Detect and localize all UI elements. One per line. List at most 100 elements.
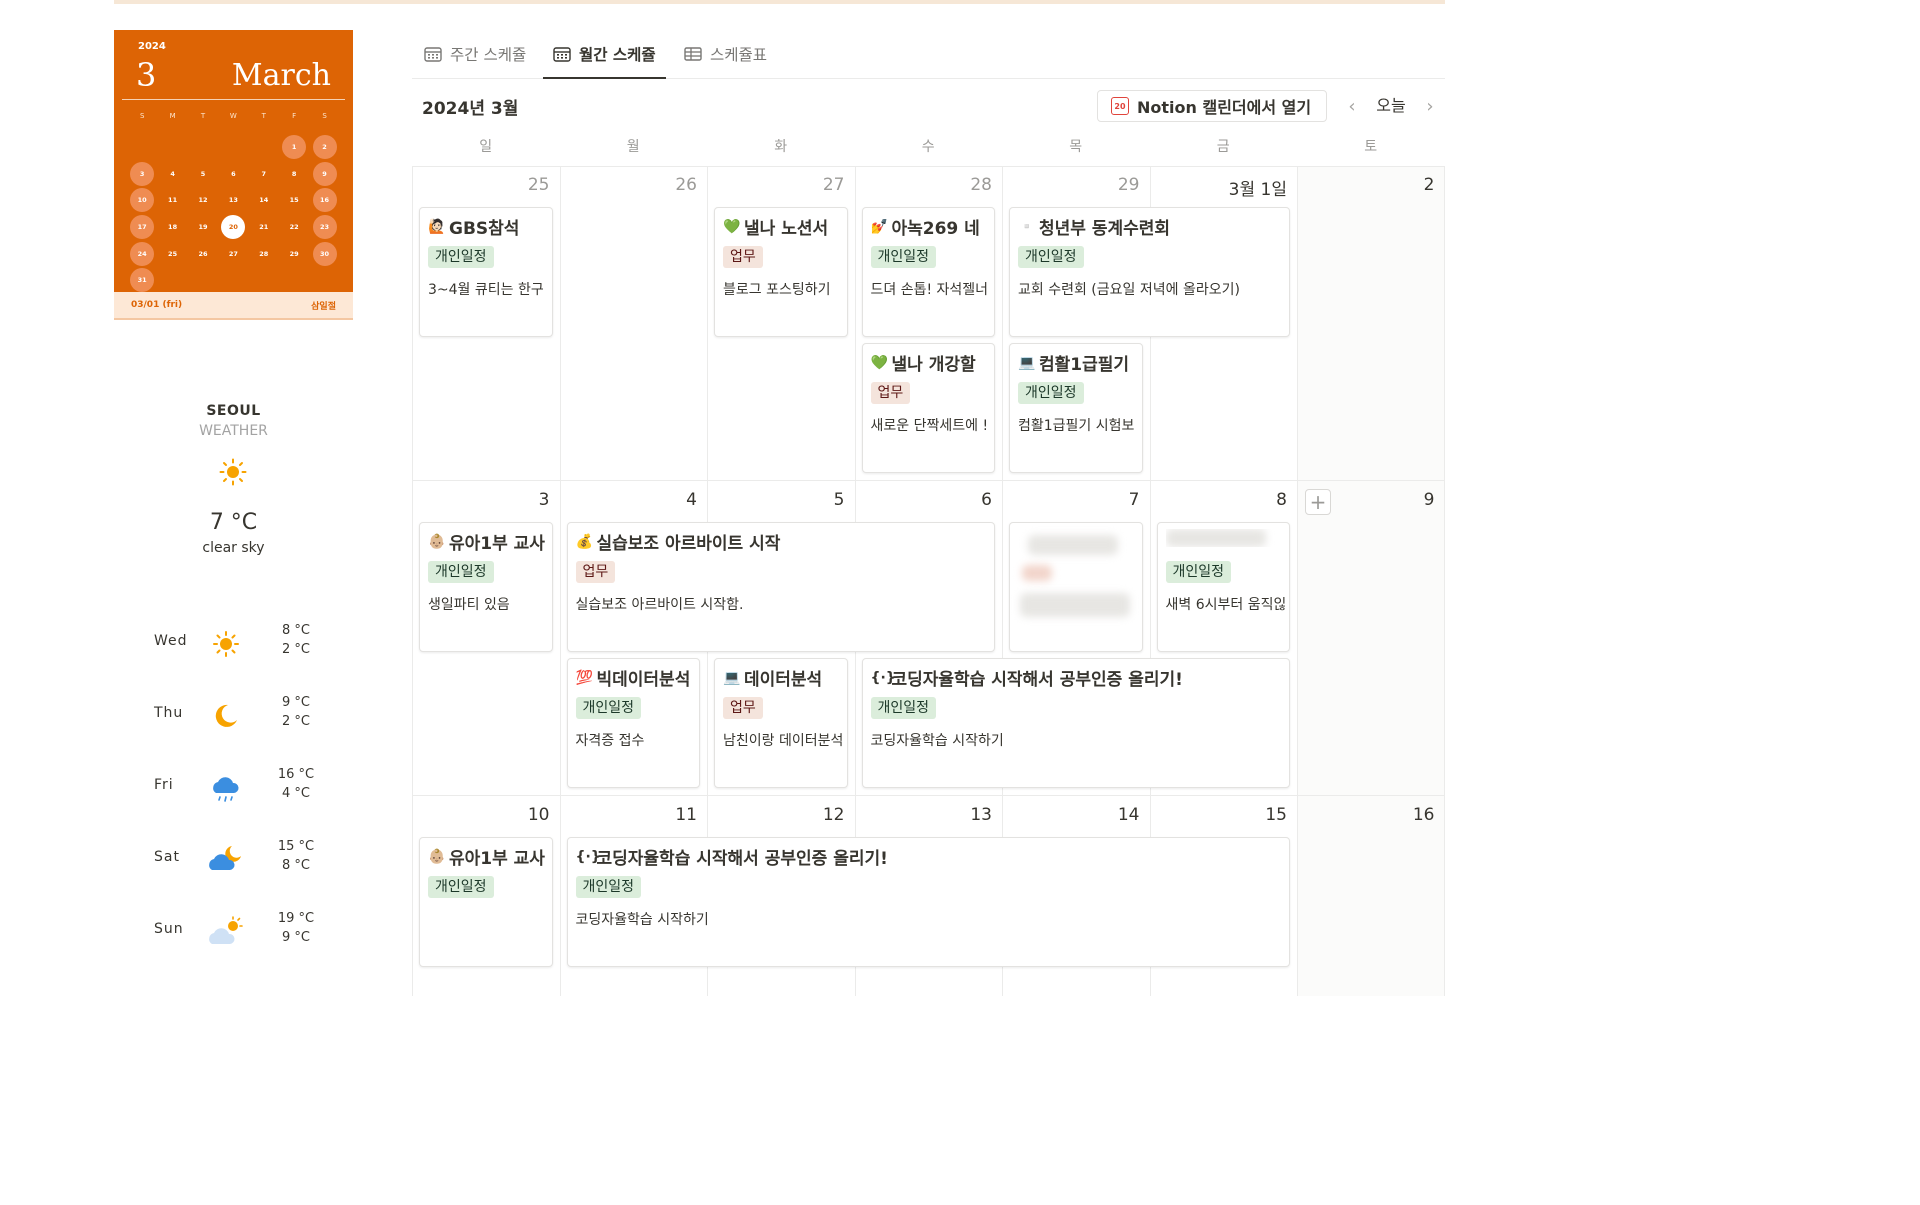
mini-calendar-day[interactable]: 20 <box>218 214 248 241</box>
mini-calendar-day[interactable]: 7 <box>249 160 279 187</box>
mini-calendar-day[interactable]: 12 <box>188 187 218 214</box>
mini-calendar-day[interactable]: 17 <box>127 214 157 241</box>
chevron-right-icon[interactable]: › <box>1420 94 1440 118</box>
open-notion-calendar-label: Notion 캘린더에서 열기 <box>1137 98 1312 117</box>
event-card[interactable]: 💻 컴활1급필기 개인일정 컴활1급필기 시험보 <box>1009 343 1143 473</box>
event-card[interactable]: 👶🏼 유아1부 교사 개인일정 <box>419 837 553 967</box>
mini-calendar-day[interactable]: 25 <box>157 240 187 267</box>
event-description: 코딩자율학습 시작하기 <box>575 912 709 928</box>
mini-calendar-weekday: W <box>229 112 237 120</box>
event-title-text: 코딩자율학습 시작해서 공부인증 올리기! <box>596 849 888 869</box>
mini-calendar-day[interactable]: 26 <box>188 240 218 267</box>
event-card[interactable]: 💚 낼나 개강할 업무 새로운 단짝세트에 ! <box>861 343 995 473</box>
event-tag: 개인일정 <box>428 246 494 268</box>
rain-cloud-icon <box>213 777 239 802</box>
forecast-day: Sun <box>154 921 184 937</box>
tab-schedule-table[interactable]: 스케쥴표 <box>674 30 777 78</box>
mini-calendar-day[interactable]: 23 <box>309 214 339 241</box>
tab-monthly-label: 월간 스케쥴 <box>579 45 656 64</box>
mini-calendar-day[interactable]: 15 <box>279 187 309 214</box>
calendar-icon <box>553 46 571 62</box>
day-number: 11 <box>675 805 697 825</box>
mini-calendar-day[interactable]: 11 <box>157 187 187 214</box>
grid-vertical-line <box>1444 167 1445 996</box>
mini-calendar-day[interactable]: 8 <box>279 160 309 187</box>
mini-calendar-day[interactable]: 5 <box>188 160 218 187</box>
mini-calendar-day[interactable]: 16 <box>309 187 339 214</box>
mini-calendar-day[interactable]: 13 <box>218 187 248 214</box>
mini-calendar-day[interactable]: 28 <box>249 240 279 267</box>
forecast-row: Sun 19 °C 9 °C <box>114 908 353 956</box>
event-tag: 업무 <box>723 697 763 719</box>
forecast-day: Sat <box>154 849 180 865</box>
event-emoji-icon: 💰 <box>575 533 593 550</box>
mini-calendar-day[interactable]: 19 <box>188 214 218 241</box>
top-accent-strip <box>114 0 1445 4</box>
event-card[interactable]: 개인일정 새벽 6시부터 움직읺 <box>1156 522 1290 652</box>
mini-calendar-day-number: 18 <box>168 223 178 232</box>
event-title-text: 코딩자율학습 시작해서 공부인증 올리기! <box>891 670 1183 690</box>
mini-calendar-day-number: 29 <box>289 249 299 258</box>
grid-vertical-line <box>412 167 413 996</box>
event-tag: 업무 <box>575 561 616 583</box>
mini-calendar-day-number: 17 <box>130 215 155 240</box>
mini-calendar-day[interactable]: 30 <box>309 240 339 267</box>
mini-calendar-day-number: 16 <box>312 188 337 213</box>
event-card[interactable]: 🙋🏻 GBS참석 개인일정 3~4월 큐티는 한구 <box>419 207 553 337</box>
event-card[interactable]: 👶🏼 유아1부 교사 개인일정 생일파티 있음 <box>419 522 553 652</box>
weekend-column-bg <box>1297 167 1445 996</box>
day-number: 9 <box>1423 490 1435 510</box>
event-emoji-icon: {·} <box>870 669 896 686</box>
mini-calendar-day[interactable]: 21 <box>249 214 279 241</box>
event-card[interactable]: 💚 낼나 노션서 업무 블로그 포스팅하기 <box>714 207 848 337</box>
weather-label: WEATHER <box>199 423 268 439</box>
mini-calendar-day[interactable]: 2 <box>309 134 339 161</box>
calendar-icon <box>424 47 442 62</box>
today-button[interactable]: 오늘 <box>1368 94 1414 118</box>
mini-calendar-day[interactable]: 14 <box>249 187 279 214</box>
event-card[interactable] <box>1009 522 1143 652</box>
day-number: 3 <box>538 490 550 510</box>
event-card[interactable]: 💻 데이터분석 업무 남친이랑 데이터분석 <box>714 658 848 788</box>
mini-calendar-day[interactable]: 29 <box>279 240 309 267</box>
event-card[interactable]: {·} 코딩자율학습 시작해서 공부인증 올리기! 개인일정 코딩자율학습 시작하기 <box>861 658 1290 788</box>
event-card[interactable]: 💅 아녹269 네 개인일정 드뎌 손톱! 자석젤너 <box>861 207 995 337</box>
event-description: 남친이랑 데이터분석 <box>723 733 843 749</box>
mini-calendar-day[interactable]: 10 <box>127 187 157 214</box>
mini-calendar-footer: 03/01 (fri) 삼일절 <box>114 292 353 320</box>
mini-calendar-day-number: 10 <box>130 188 155 213</box>
mini-calendar-day[interactable]: 18 <box>157 214 187 241</box>
mini-calendar-day[interactable]: 6 <box>218 160 248 187</box>
mini-calendar-day[interactable]: 22 <box>279 214 309 241</box>
weather-city: SEOUL <box>206 403 261 419</box>
event-card[interactable]: ▫️ 청년부 동계수련회 개인일정 교회 수련회 (금요일 저녁에 올라오기) <box>1009 207 1290 337</box>
mini-calendar-weekday: F <box>292 112 297 120</box>
event-card[interactable]: {·} 코딩자율학습 시작해서 공부인증 올리기! 개인일정 코딩자율학습 시작하기 <box>566 837 1290 967</box>
mini-calendar-day-number: 12 <box>198 196 208 205</box>
add-event-button[interactable]: + <box>1305 489 1331 515</box>
mini-calendar-day[interactable]: 27 <box>218 240 248 267</box>
event-card[interactable]: 💯 빅데이터분석 개인일정 자격증 접수 <box>566 658 700 788</box>
event-title <box>1165 529 1286 547</box>
mini-calendar-day[interactable]: 1 <box>279 134 309 161</box>
event-title-text: 낼나 노션서 <box>744 219 829 239</box>
mini-calendar-day[interactable]: 3 <box>127 160 157 187</box>
event-emoji-icon: 💅 <box>870 218 888 235</box>
mini-calendar-blank <box>188 134 218 161</box>
event-card[interactable]: 💰 실습보조 아르바이트 시작 업무 실습보조 아르바이트 시작함. <box>566 522 995 652</box>
mini-calendar-day[interactable]: 9 <box>309 160 339 187</box>
chevron-left-icon[interactable]: ‹ <box>1342 94 1362 118</box>
event-description: 실습보조 아르바이트 시작함. <box>575 597 744 613</box>
mini-calendar-day[interactable]: 4 <box>157 160 187 187</box>
day-number: 15 <box>1265 805 1287 825</box>
notion-calendar-icon: 20 <box>1111 97 1129 115</box>
mini-calendar-day[interactable]: 24 <box>127 240 157 267</box>
tab-monthly[interactable]: 월간 스케쥴 <box>543 30 666 79</box>
event-tag: 업무 <box>723 246 763 268</box>
open-notion-calendar-button[interactable]: 20 Notion 캘린더에서 열기 <box>1097 90 1327 122</box>
mini-calendar-day-number: 26 <box>198 249 208 258</box>
tab-weekly[interactable]: 주간 스케쥴 <box>414 30 536 78</box>
mini-calendar-day[interactable]: 31 <box>127 267 157 294</box>
event-title-text: 청년부 동계수련회 <box>1039 219 1171 239</box>
mini-calendar-day-number: 31 <box>130 268 155 293</box>
